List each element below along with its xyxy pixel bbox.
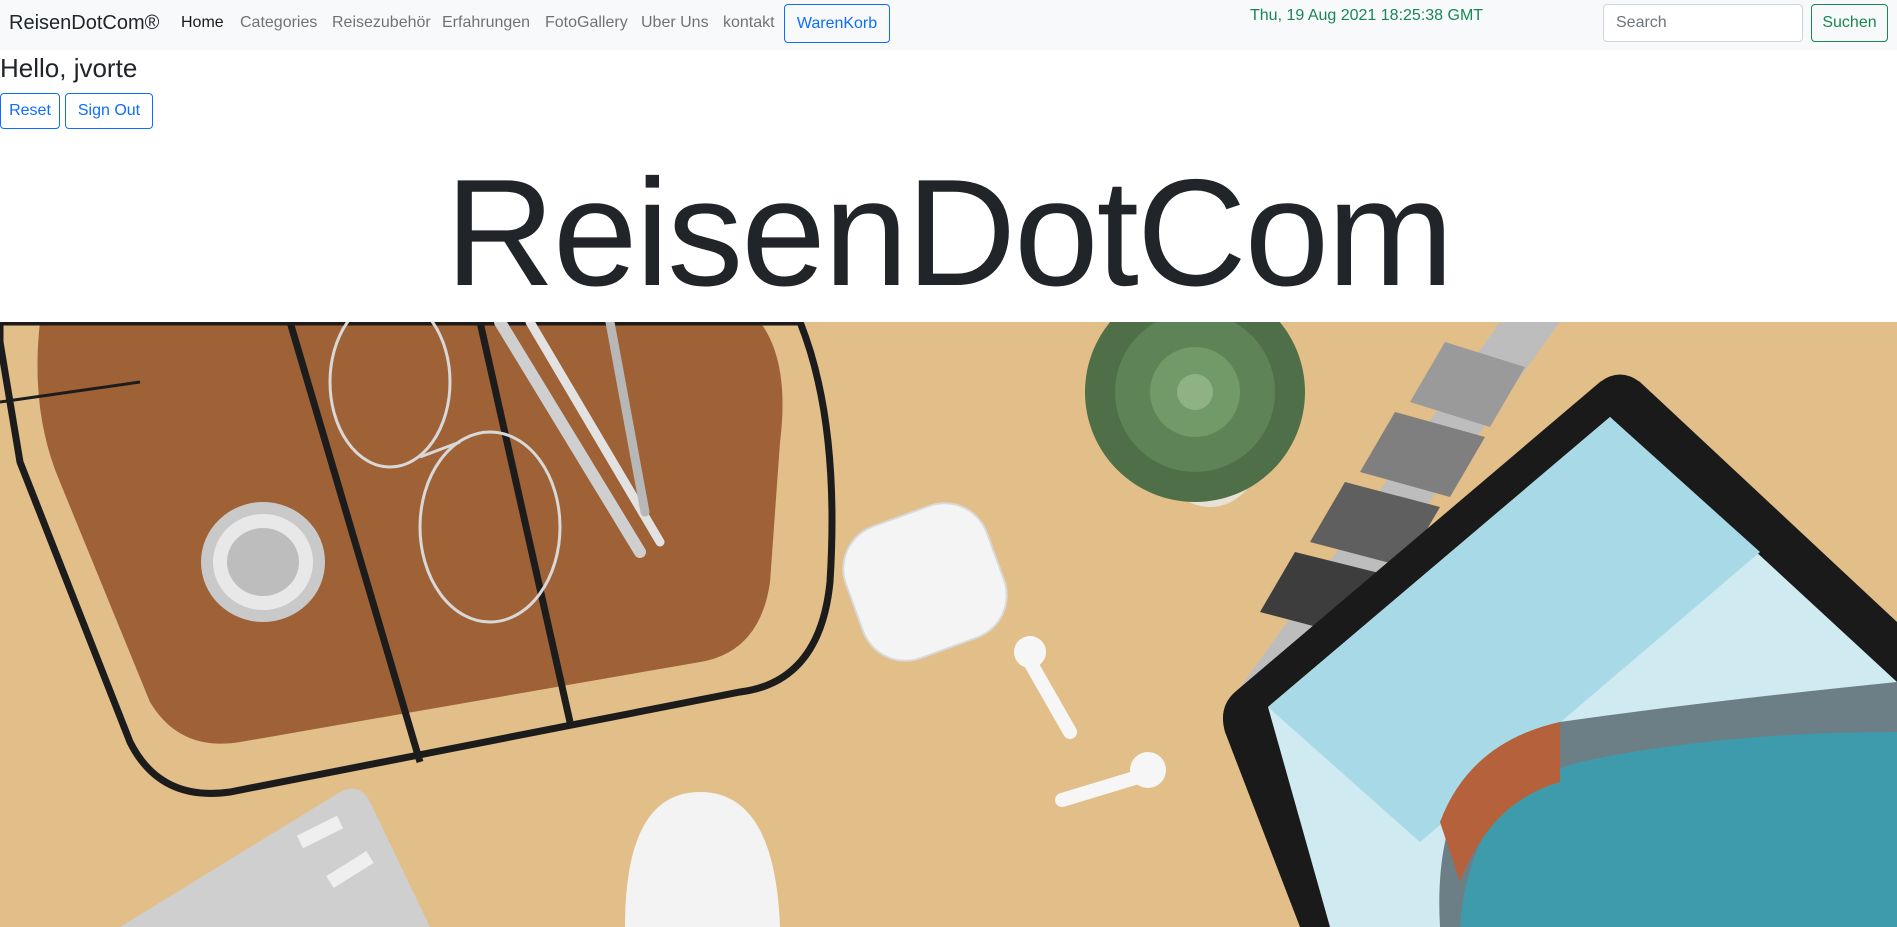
- sign-out-button[interactable]: Sign Out: [65, 93, 153, 129]
- current-datetime: Thu, 19 Aug 2021 18:25:38 GMT: [1250, 7, 1484, 24]
- nav-link-categories[interactable]: Categories: [240, 14, 317, 32]
- user-greeting: Hello, jvorte: [0, 53, 138, 83]
- search-input[interactable]: [1603, 4, 1803, 42]
- nav-link-fotogallery[interactable]: FotoGallery: [545, 14, 628, 32]
- nav-link-home[interactable]: Home: [181, 14, 224, 32]
- nav-link-kontakt[interactable]: kontakt: [723, 14, 775, 32]
- search-button[interactable]: Suchen: [1811, 4, 1888, 42]
- hero-title: ReisenDotCom: [445, 148, 1454, 318]
- glass-jar: [201, 502, 325, 622]
- nav-link-erfahrungen[interactable]: Erfahrungen: [442, 14, 530, 32]
- nav-link-reisezubehoer[interactable]: Reisezubehör: [332, 14, 431, 32]
- reset-button[interactable]: Reset: [0, 93, 60, 129]
- hero-desk-photo: [0, 322, 1897, 927]
- nav-link-uber-uns[interactable]: Uber Uns: [641, 14, 709, 32]
- top-navbar: ReisenDotCom® Home Categories Reisezubeh…: [0, 0, 1897, 50]
- warenkorb-button[interactable]: WarenKorb: [784, 4, 890, 43]
- brand-link[interactable]: ReisenDotCom®: [9, 12, 159, 35]
